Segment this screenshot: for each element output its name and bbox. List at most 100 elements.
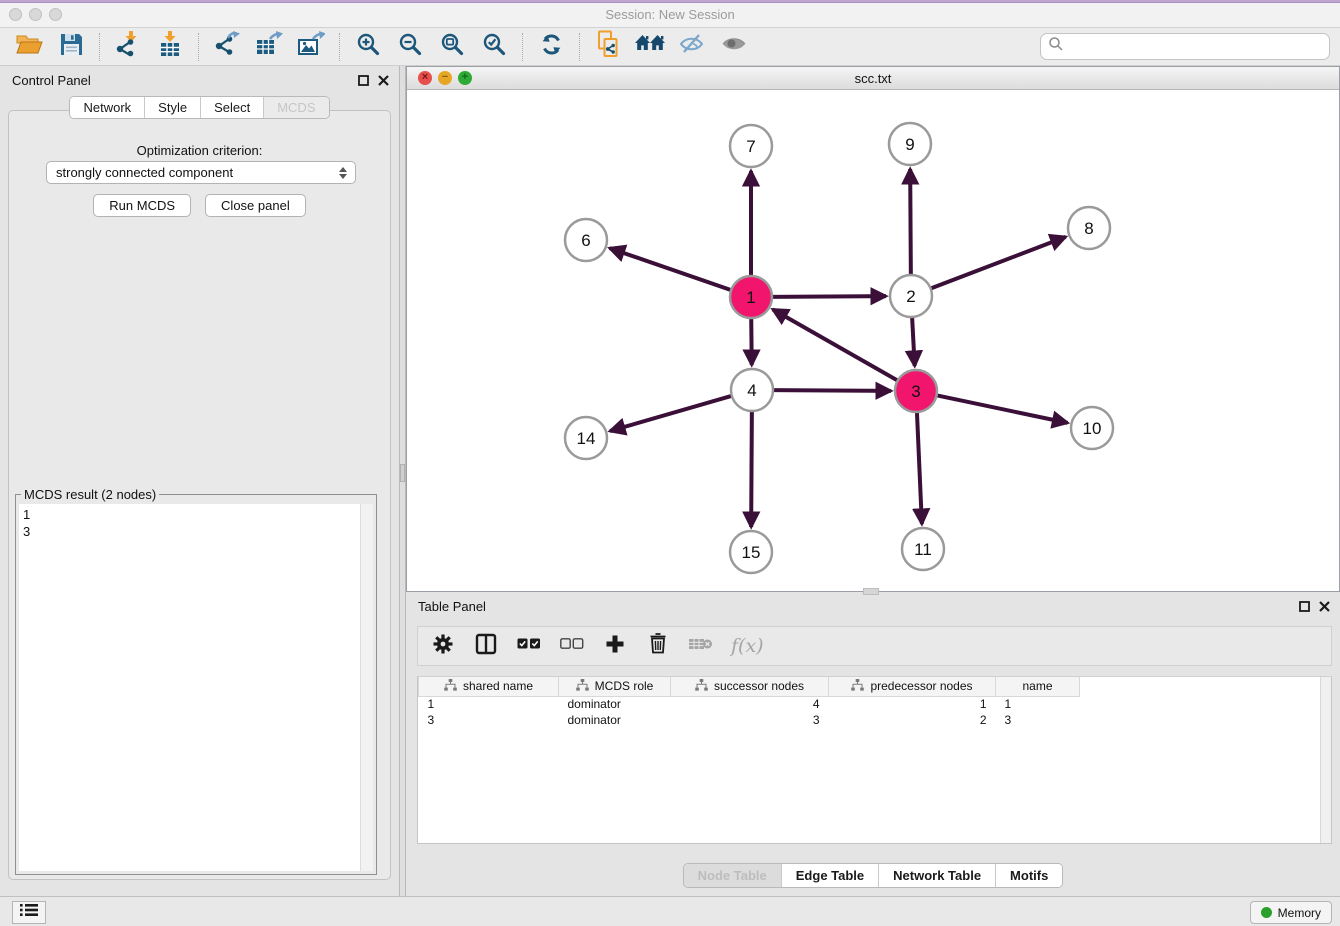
tab-network-table[interactable]: Network Table bbox=[878, 864, 995, 887]
open-session-button[interactable] bbox=[14, 32, 44, 62]
table-cell[interactable]: 3 bbox=[671, 712, 829, 728]
import-table-button[interactable] bbox=[155, 32, 185, 62]
search-input[interactable] bbox=[1040, 33, 1330, 60]
save-session-button[interactable] bbox=[56, 32, 86, 62]
export-network-icon bbox=[214, 31, 241, 62]
delete-column-button[interactable] bbox=[645, 633, 671, 659]
gear-icon bbox=[433, 634, 453, 659]
edge-4-3[interactable] bbox=[773, 390, 891, 391]
close-panel-icon[interactable] bbox=[378, 73, 389, 91]
tab-motifs[interactable]: Motifs bbox=[995, 864, 1062, 887]
import-network-button[interactable] bbox=[113, 32, 143, 62]
close-panel-button[interactable]: Close panel bbox=[205, 194, 306, 217]
table-panel-header: Table Panel bbox=[406, 592, 1340, 620]
criterion-select[interactable]: strongly connected component bbox=[46, 161, 356, 184]
export-table-button[interactable] bbox=[254, 32, 284, 62]
run-mcds-button[interactable]: Run MCDS bbox=[93, 194, 191, 217]
tab-mcds[interactable]: MCDS bbox=[263, 97, 328, 118]
table-cell[interactable]: dominator bbox=[559, 696, 671, 712]
deselect-all-button[interactable] bbox=[559, 633, 585, 659]
tab-style[interactable]: Style bbox=[144, 97, 200, 118]
table-cell[interactable]: 1 bbox=[996, 696, 1080, 712]
close-panel-icon[interactable] bbox=[1319, 599, 1330, 617]
edge-1-6[interactable] bbox=[610, 248, 732, 290]
memory-button[interactable]: Memory bbox=[1250, 901, 1332, 924]
network-canvas[interactable]: 7968124314101511 bbox=[407, 90, 1339, 591]
node-label-15: 15 bbox=[742, 543, 761, 562]
edge-2-8[interactable] bbox=[931, 237, 1066, 289]
criterion-selected-value: strongly connected component bbox=[56, 165, 233, 180]
table-cell[interactable]: dominator bbox=[559, 712, 671, 728]
edge-1-4[interactable] bbox=[751, 318, 752, 365]
column-header-shared-name[interactable]: shared name bbox=[419, 677, 559, 696]
tab-network[interactable]: Network bbox=[70, 97, 144, 118]
node-label-2: 2 bbox=[906, 287, 915, 306]
float-panel-icon[interactable] bbox=[358, 73, 369, 91]
function-builder-button[interactable]: f(x) bbox=[731, 633, 764, 659]
edge-2-9[interactable] bbox=[910, 169, 911, 275]
zoom-selected-button[interactable] bbox=[479, 32, 509, 62]
column-header-MCDS-role[interactable]: MCDS role bbox=[559, 677, 671, 696]
table-cell[interactable]: 3 bbox=[419, 712, 559, 728]
select-stepper-icon bbox=[337, 165, 348, 181]
first-neighbors-button[interactable] bbox=[635, 32, 665, 62]
table-cell[interactable]: 1 bbox=[829, 696, 996, 712]
create-column-button[interactable] bbox=[602, 633, 628, 659]
mcds-result-box: MCDS result (2 nodes) 1 3 bbox=[15, 494, 377, 875]
edge-3-1[interactable] bbox=[773, 309, 898, 380]
delete-table-button[interactable] bbox=[688, 633, 714, 659]
zoom-fit-button[interactable] bbox=[437, 32, 467, 62]
edge-3-11[interactable] bbox=[917, 412, 922, 524]
edge-1-2[interactable] bbox=[772, 296, 886, 297]
result-scrollbar[interactable] bbox=[360, 504, 373, 871]
network-window-titlebar[interactable]: × − + scc.txt bbox=[407, 67, 1339, 90]
zoom-fit-icon bbox=[440, 32, 465, 62]
export-image-button[interactable] bbox=[296, 32, 326, 62]
mcds-panel: Optimization criterion: strongly connect… bbox=[8, 110, 391, 880]
mcds-result-text-area[interactable]: 1 3 bbox=[19, 504, 373, 871]
search-icon bbox=[1048, 36, 1064, 57]
edge-4-15[interactable] bbox=[751, 411, 752, 527]
task-history-button[interactable] bbox=[12, 901, 46, 924]
panel-splitter[interactable] bbox=[399, 66, 406, 896]
float-panel-icon[interactable] bbox=[1299, 599, 1310, 617]
table-scrollbar[interactable] bbox=[1320, 677, 1331, 843]
hide-selected-button[interactable] bbox=[677, 32, 707, 62]
edge-2-3[interactable] bbox=[912, 317, 915, 366]
edge-3-10[interactable] bbox=[937, 395, 1068, 423]
tab-edge-table[interactable]: Edge Table bbox=[781, 864, 878, 887]
export-network-button[interactable] bbox=[212, 32, 242, 62]
tab-select[interactable]: Select bbox=[200, 97, 263, 118]
table-cell[interactable]: 4 bbox=[671, 696, 829, 712]
duplicate-network-button[interactable] bbox=[593, 32, 623, 62]
zoom-in-button[interactable] bbox=[353, 32, 383, 62]
table-cell[interactable]: 2 bbox=[829, 712, 996, 728]
import-network-icon bbox=[115, 31, 141, 62]
app-titlebar: Session: New Session bbox=[0, 3, 1340, 28]
select-all-button[interactable] bbox=[516, 633, 542, 659]
control-panel-tabs: NetworkStyleSelectMCDS bbox=[0, 96, 399, 119]
table-settings-button[interactable] bbox=[430, 633, 456, 659]
table-cell[interactable]: 1 bbox=[419, 696, 559, 712]
table-tabs: Node TableEdge TableNetwork TableMotifs bbox=[406, 863, 1340, 888]
toolbar-separator bbox=[99, 33, 100, 61]
refresh-button[interactable] bbox=[536, 32, 566, 62]
table-row[interactable]: 1dominator411 bbox=[419, 696, 1080, 712]
node-label-8: 8 bbox=[1084, 219, 1093, 238]
show-all-button[interactable] bbox=[719, 32, 749, 62]
column-header-successor-nodes[interactable]: successor nodes bbox=[671, 677, 829, 696]
table-toolbar: f(x) bbox=[417, 626, 1332, 666]
show-columns-button[interactable] bbox=[473, 633, 499, 659]
node-table[interactable]: shared nameMCDS rolesuccessor nodesprede… bbox=[417, 676, 1332, 844]
splitter-grip[interactable] bbox=[400, 464, 405, 482]
zoom-out-button[interactable] bbox=[395, 32, 425, 62]
table-cell[interactable]: 3 bbox=[996, 712, 1080, 728]
tab-node-table[interactable]: Node Table bbox=[684, 864, 781, 887]
table-row[interactable]: 3dominator323 bbox=[419, 712, 1080, 728]
toolbar-separator bbox=[579, 33, 580, 61]
column-header-name[interactable]: name bbox=[996, 677, 1080, 696]
hierarchy-icon bbox=[576, 679, 589, 694]
edge-4-14[interactable] bbox=[610, 396, 732, 431]
column-header-predecessor-nodes[interactable]: predecessor nodes bbox=[829, 677, 996, 696]
horizontal-splitter-grip[interactable] bbox=[863, 588, 879, 595]
